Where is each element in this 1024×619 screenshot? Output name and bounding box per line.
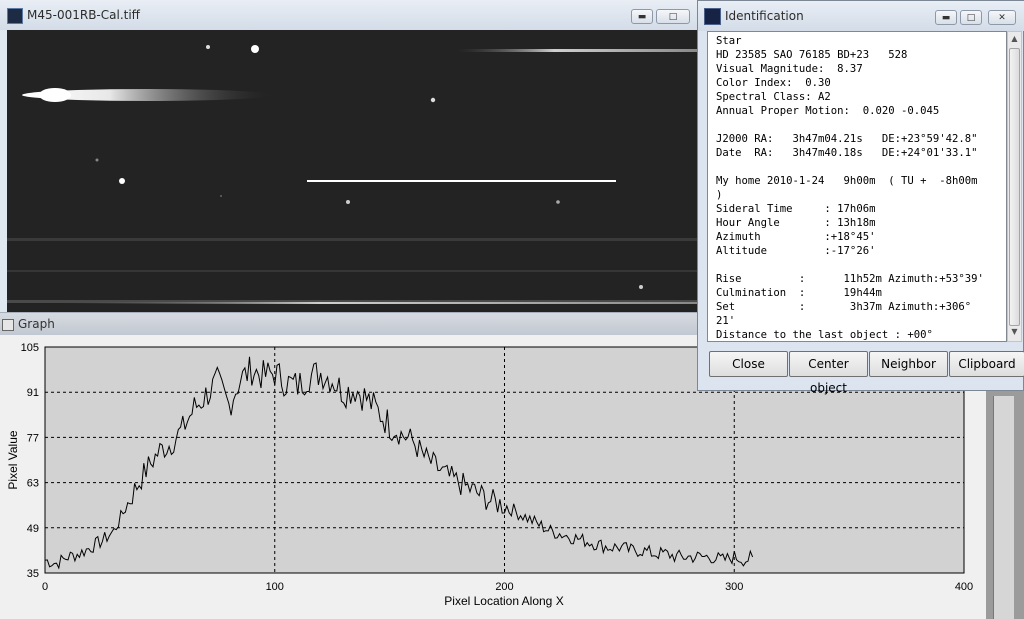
y-tick-label: 77 xyxy=(27,432,39,444)
scroll-up-icon[interactable]: ▲ xyxy=(1009,34,1020,46)
center-object-button[interactable]: Center object xyxy=(789,351,868,395)
identification-app-icon xyxy=(704,8,721,25)
identification-dialog: Identification ▬ □ ✕ Star HD 23585 SAO 7… xyxy=(697,0,1024,395)
y-tick-label: 35 xyxy=(27,568,39,580)
y-axis-label: Pixel Value xyxy=(6,430,20,489)
image-window-titlebar[interactable]: M45-001RB-Cal.tiff ▬ □ xyxy=(0,0,700,30)
close-icon[interactable]: ✕ xyxy=(988,10,1016,25)
maximize-icon[interactable]: □ xyxy=(960,10,982,25)
x-tick-label: 400 xyxy=(955,581,973,593)
right-scrollbar[interactable] xyxy=(993,396,1014,619)
close-button[interactable]: Close xyxy=(709,351,788,377)
scroll-thumb[interactable] xyxy=(1009,48,1020,326)
maximize-icon[interactable]: □ xyxy=(656,9,690,24)
neighbor-button[interactable]: Neighbor xyxy=(869,351,948,377)
minimize-icon[interactable]: ▬ xyxy=(935,10,957,25)
identification-buttons: Close Center object Neighbor Clipboard xyxy=(707,351,1024,395)
identification-lines: Star HD 23585 SAO 76185 BD+23 528 Visual… xyxy=(716,35,984,341)
identification-scrollbar[interactable]: ▲ ▼ xyxy=(1007,31,1022,342)
identification-titlebar[interactable]: Identification ▬ □ ✕ xyxy=(698,1,1024,31)
image-window: M45-001RB-Cal.tiff ▬ □ xyxy=(0,0,701,312)
image-app-icon xyxy=(7,8,23,24)
x-tick-label: 300 xyxy=(725,581,743,593)
graph-icon xyxy=(2,319,14,331)
y-tick-label: 91 xyxy=(27,387,39,399)
clipboard-button[interactable]: Clipboard xyxy=(949,351,1024,377)
star-field-image xyxy=(7,30,700,312)
identification-text[interactable]: Star HD 23585 SAO 76185 BD+23 528 Visual… xyxy=(707,31,1007,342)
y-tick-label: 49 xyxy=(27,523,39,535)
x-tick-label: 0 xyxy=(42,581,48,593)
x-tick-label: 100 xyxy=(266,581,284,593)
y-tick-label: 105 xyxy=(21,342,39,354)
graph-window-title: Graph xyxy=(18,317,55,331)
x-axis-label: Pixel Location Along X xyxy=(444,594,563,608)
image-window-title: M45-001RB-Cal.tiff xyxy=(27,8,140,22)
identification-title: Identification xyxy=(725,9,804,23)
y-tick-label: 63 xyxy=(27,478,39,490)
minimize-icon[interactable]: ▬ xyxy=(631,9,653,24)
scroll-down-icon[interactable]: ▼ xyxy=(1009,327,1020,339)
x-tick-label: 200 xyxy=(495,581,513,593)
image-canvas[interactable] xyxy=(7,30,700,312)
profile-line[interactable] xyxy=(307,180,616,182)
